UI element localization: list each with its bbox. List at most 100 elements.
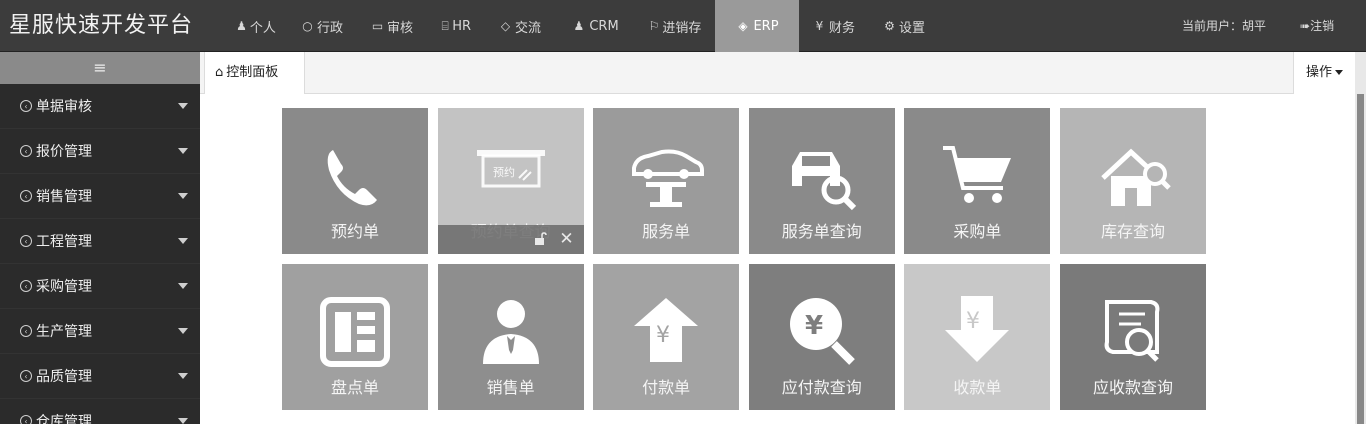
circle-arrow-icon: ‹	[20, 415, 32, 424]
nav-item-8[interactable]: ¥ 财务	[799, 0, 869, 52]
sidebar-item-label: 生产管理	[36, 324, 92, 340]
tile-label: 销售单	[486, 378, 535, 397]
sidebar-item-7[interactable]: ‹ 仓库管理	[0, 399, 200, 424]
circle-arrow-icon: ‹	[20, 370, 32, 382]
caret-down-icon	[178, 418, 188, 424]
sidebar-menu: ‹ 单据审核 ‹ 报价管理 ‹ 销售管理 ‹ 工程管理 ‹ 采购管理 ‹ 生产管理 ‹ 品质管理 ‹ 仓库管理	[0, 84, 200, 424]
nav-item-2[interactable]: ▭ 审核	[357, 0, 427, 52]
circle-arrow-icon: ‹	[20, 235, 32, 247]
tile-house-search[interactable]: 库存查询	[1060, 108, 1206, 254]
sidebar-item-3[interactable]: ‹ 工程管理	[0, 219, 200, 264]
nav-item-9[interactable]: ⚙ 设置	[869, 0, 939, 52]
nav-item-0[interactable]: ♟ 个人	[225, 0, 287, 52]
chat-icon: ◇	[500, 19, 511, 33]
nav-item-label: ERP	[753, 18, 779, 34]
sidebar-item-label: 工程管理	[36, 234, 92, 250]
book-icon: ⌸	[441, 18, 449, 33]
caret-down-icon	[178, 103, 188, 109]
sidebar-item-5[interactable]: ‹ 生产管理	[0, 309, 200, 354]
svg-text:¥: ¥	[656, 323, 670, 348]
tile-yen-search[interactable]: ¥ 应付款查询	[748, 264, 895, 410]
sidebar-item-2[interactable]: ‹ 销售管理	[0, 174, 200, 219]
tile-label: 付款单	[642, 378, 691, 397]
nav-item-label: 设置	[898, 20, 925, 36]
sidebar-item-1[interactable]: ‹ 报价管理	[0, 129, 200, 174]
yen-circle-icon: ¥	[815, 19, 824, 33]
tile-board[interactable]: 预约预约单查询✕	[437, 108, 584, 254]
top-nav-bar: 星服快速开发平台 ♟ 个人 ○ 行政 ▭ 审核 ⌸ HR ◇ 交流 ♟ CRM ⚐ 进销存 ◈ ERP ¥ 财务 ⚙…	[0, 0, 1366, 52]
board-icon: 预约	[476, 150, 545, 188]
nav-item-label: CRM	[589, 18, 619, 34]
close-icon[interactable]: ✕	[559, 229, 573, 249]
house-search-icon	[1101, 148, 1171, 206]
tile-phone[interactable]: 预约单	[282, 108, 428, 254]
users-icon: ♟	[573, 19, 585, 33]
tab-bar: ⌂ 控制面板 操作	[200, 52, 1355, 94]
tile-label: 预约单	[330, 222, 379, 241]
sidebar-item-label: 单据审核	[36, 99, 92, 115]
nav-item-label: 行政	[316, 20, 343, 36]
sidebar-item-0[interactable]: ‹ 单据审核	[0, 84, 200, 129]
caret-down-icon	[178, 283, 188, 289]
operations-label: 操作	[1305, 65, 1332, 80]
sidebar-item-label: 仓库管理	[36, 414, 92, 424]
nav-item-label: 财务	[828, 20, 855, 36]
tile-person[interactable]: 销售单	[437, 264, 584, 410]
tab-dashboard[interactable]: ⌂ 控制面板	[204, 52, 305, 94]
tile-car-search[interactable]: 服务单查询	[748, 108, 895, 254]
nav-item-3[interactable]: ⌸ HR	[427, 0, 485, 52]
dashboard-tiles: 预约单 预约预约单查询✕ 服务单 服务单查询 采购单 库存查询盘点单 销售单 ¥ 付款单 ¥ 应付款…	[200, 94, 1355, 424]
tile-label: 收款单	[953, 378, 1002, 397]
tile-cart[interactable]: 采购单	[904, 108, 1051, 254]
car-lift-icon	[632, 149, 705, 207]
caret-down-icon	[178, 373, 188, 379]
tile-document-search[interactable]: 应收款查询	[1060, 264, 1206, 410]
tile-upload-yen[interactable]: ¥ 付款单	[593, 264, 740, 410]
tile-overlay: ✕	[437, 225, 584, 254]
nav-item-5[interactable]: ♟ CRM	[555, 0, 635, 52]
sidebar-item-6[interactable]: ‹ 品质管理	[0, 354, 200, 399]
tile-download-yen[interactable]: ¥ 收款单	[904, 264, 1051, 410]
caret-down-icon	[178, 193, 188, 199]
scrollbar-thumb[interactable]	[1357, 94, 1364, 424]
unlock-icon[interactable]	[534, 232, 548, 246]
nav-item-label: 审核	[386, 20, 413, 36]
sidebar-toggle-button[interactable]: ≡	[0, 52, 200, 84]
home-icon: ⌂	[215, 65, 224, 80]
nav-item-7[interactable]: ◈ ERP	[715, 0, 799, 52]
download-yen-icon: ¥	[945, 296, 1010, 362]
nav-item-label: 交流	[514, 20, 541, 36]
person-icon	[482, 300, 539, 364]
svg-text:¥: ¥	[805, 311, 823, 341]
tile-car-lift[interactable]: 服务单	[593, 108, 740, 254]
caret-down-icon	[178, 148, 188, 154]
gear-icon: ⚙	[884, 19, 895, 33]
svg-text:预约: 预约	[493, 166, 515, 179]
tile-label: 服务单查询	[781, 222, 862, 241]
tile-panel[interactable]: 盘点单	[282, 264, 428, 410]
sidebar-item-label: 品质管理	[36, 369, 92, 385]
nav-item-4[interactable]: ◇ 交流	[485, 0, 555, 52]
logout-button[interactable]: ➠注销	[1300, 0, 1334, 52]
sidebar-item-label: 销售管理	[36, 189, 92, 205]
flag-icon: ⚐	[648, 19, 660, 33]
nav-item-6[interactable]: ⚐ 进销存	[635, 0, 715, 52]
caret-down-icon	[178, 328, 188, 334]
cube-icon: ◈	[738, 19, 748, 33]
operations-dropdown[interactable]: 操作	[1293, 52, 1355, 94]
circle-arrow-icon: ‹	[20, 190, 32, 202]
sidebar-item-4[interactable]: ‹ 采购管理	[0, 264, 200, 309]
scrollbar[interactable]	[1355, 52, 1366, 424]
car-search-icon	[791, 152, 856, 211]
menu-icon: ≡	[93, 58, 107, 77]
svg-text:¥: ¥	[966, 309, 980, 334]
tile-label: 盘点单	[330, 378, 379, 397]
sidebar-item-label: 采购管理	[36, 279, 92, 295]
nav-item-1[interactable]: ○ 行政	[287, 0, 357, 52]
circle-arrow-icon: ‹	[20, 145, 32, 157]
document-search-icon	[1104, 300, 1160, 362]
tile-label: 服务单	[642, 222, 691, 241]
logout-label: 注销	[1310, 19, 1335, 33]
nav-item-label: 进销存	[662, 20, 702, 36]
app-root: 星服快速开发平台 ♟ 个人 ○ 行政 ▭ 审核 ⌸ HR ◇ 交流 ♟ CRM ⚐ 进销存 ◈ ERP ¥ 财务 ⚙…	[0, 0, 1366, 424]
